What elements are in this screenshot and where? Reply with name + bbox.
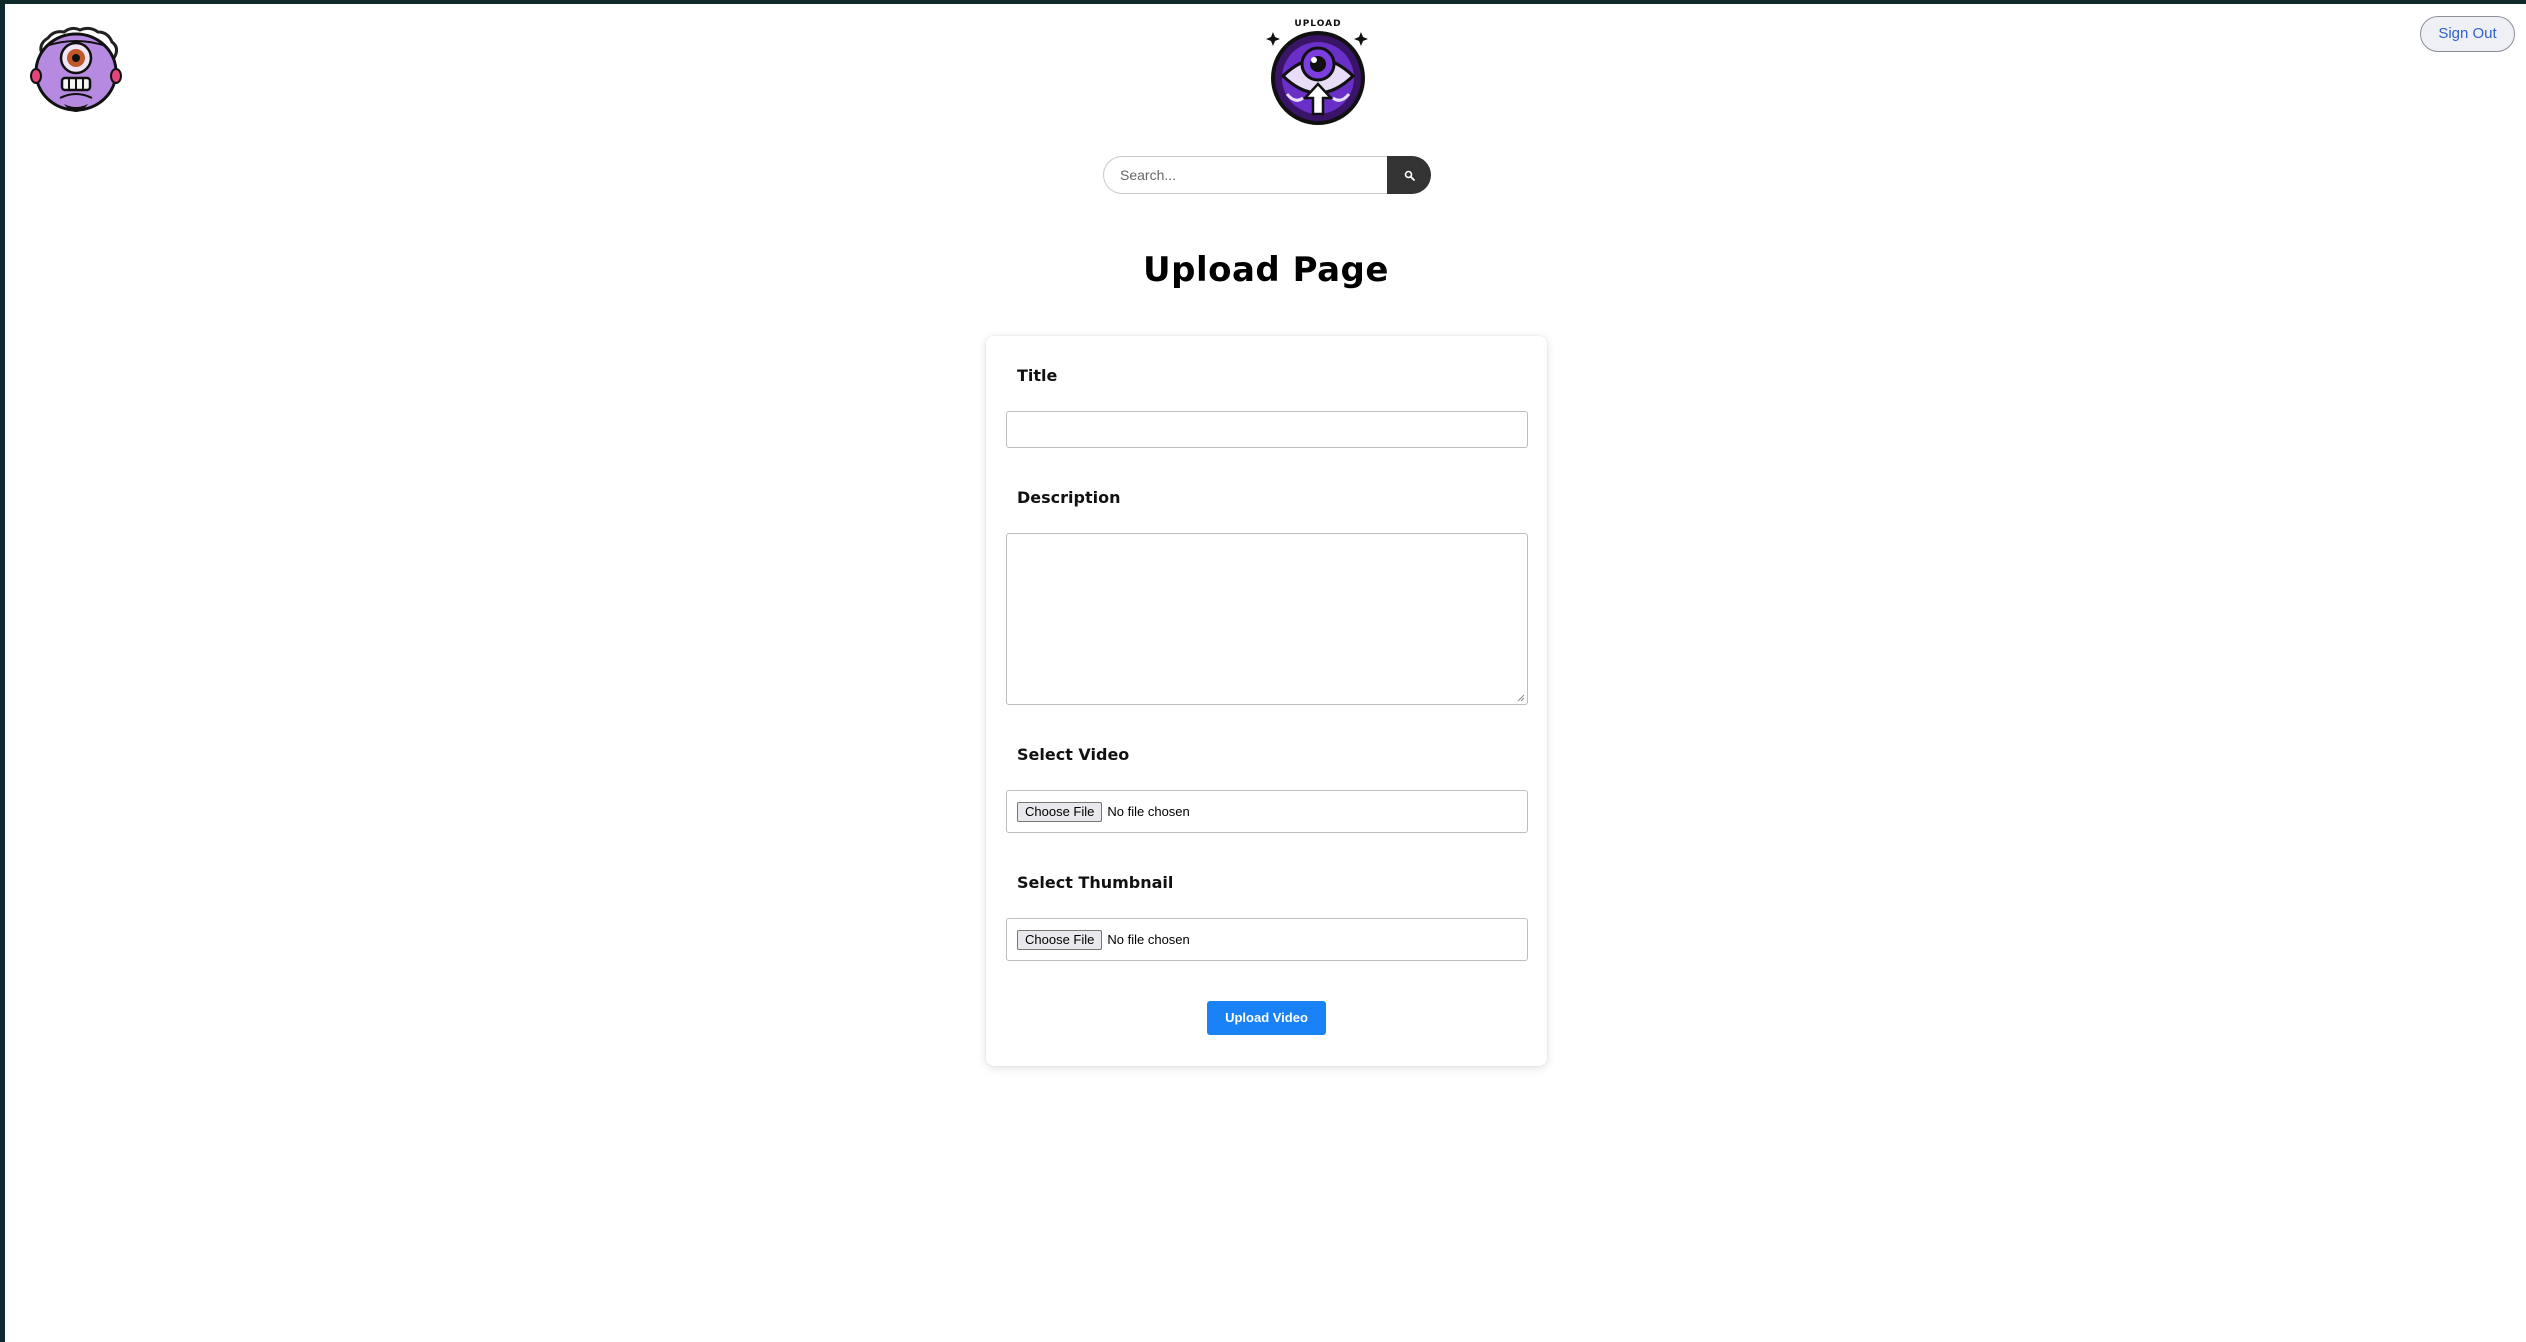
site-logo[interactable]: UPLOAD bbox=[1265, 14, 1371, 126]
window-top-border bbox=[0, 0, 2526, 4]
title-label: Title bbox=[1017, 366, 1058, 385]
description-textarea[interactable] bbox=[1006, 533, 1528, 705]
choose-video-file-button[interactable]: Choose File bbox=[1017, 801, 1103, 822]
video-file-status: No file chosen bbox=[1107, 804, 1190, 819]
upload-form: Title Description Select Video Choose Fi… bbox=[986, 336, 1547, 1066]
resize-handle-icon[interactable] bbox=[1517, 694, 1525, 702]
page-title: Upload Page bbox=[1143, 250, 1389, 290]
choose-thumbnail-file-button[interactable]: Choose File bbox=[1017, 929, 1103, 950]
avatar[interactable] bbox=[28, 24, 124, 120]
upload-video-button[interactable]: Upload Video bbox=[1207, 1001, 1326, 1035]
select-video-label: Select Video bbox=[1017, 745, 1130, 764]
select-thumbnail-label: Select Thumbnail bbox=[1017, 873, 1174, 892]
eye-upload-logo-icon: UPLOAD bbox=[1266, 19, 1368, 125]
thumbnail-file-input[interactable]: Choose File No file chosen bbox=[1006, 918, 1528, 961]
logo-text: UPLOAD bbox=[1294, 19, 1341, 29]
cyclops-avatar-icon bbox=[30, 26, 122, 112]
search-icon bbox=[1404, 170, 1415, 181]
video-file-input[interactable]: Choose File No file chosen bbox=[1006, 790, 1528, 833]
search-input[interactable] bbox=[1103, 156, 1388, 194]
description-label: Description bbox=[1017, 488, 1121, 507]
window-left-border bbox=[0, 0, 5, 1342]
search-button[interactable] bbox=[1387, 156, 1431, 194]
sign-out-button[interactable]: Sign Out bbox=[2420, 16, 2515, 52]
thumbnail-file-status: No file chosen bbox=[1107, 932, 1190, 947]
title-input[interactable] bbox=[1006, 411, 1528, 448]
